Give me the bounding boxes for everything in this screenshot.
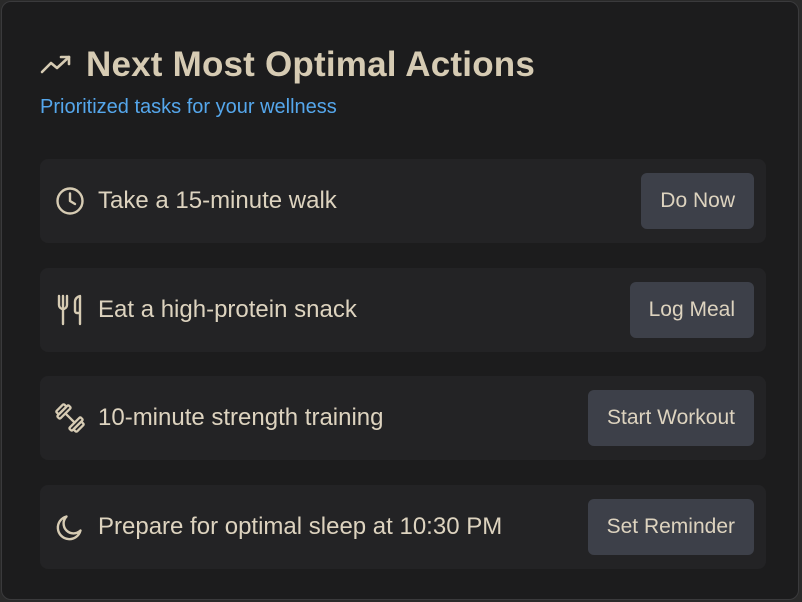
action-item-strength: 10-minute strength training Start Workou… [40,376,766,460]
title-row: Next Most Optimal Actions [40,42,760,88]
optimal-actions-card: Next Most Optimal Actions Prioritized ta… [1,1,799,600]
card-title: Next Most Optimal Actions [86,45,536,84]
moon-icon [54,511,86,543]
do-now-button[interactable]: Do Now [641,173,754,229]
action-label: Prepare for optimal sleep at 10:30 PM [98,512,503,540]
action-label: Take a 15-minute walk [98,187,337,214]
start-workout-button[interactable]: Start Workout [588,390,754,446]
action-label: 10-minute strength training [98,404,384,431]
actions-list: Take a 15-minute walk Do Now Eat a high-… [40,159,766,593]
action-item-sleep: Prepare for optimal sleep at 10:30 PM Se… [40,484,766,569]
card-subtitle: Prioritized tasks for your wellness [40,96,337,118]
action-item-walk: Take a 15-minute walk Do Now [40,159,766,243]
action-label: Eat a high-protein snack [98,295,357,323]
action-item-snack: Eat a high-protein snack Log Meal [40,267,766,352]
utensils-icon [54,294,86,326]
log-meal-button[interactable]: Log Meal [629,281,754,338]
set-reminder-button[interactable]: Set Reminder [587,498,754,555]
card-header: Next Most Optimal Actions Prioritized ta… [40,42,760,120]
clock-icon [54,185,86,217]
trending-up-icon [40,54,72,76]
dumbbell-icon [54,402,86,434]
